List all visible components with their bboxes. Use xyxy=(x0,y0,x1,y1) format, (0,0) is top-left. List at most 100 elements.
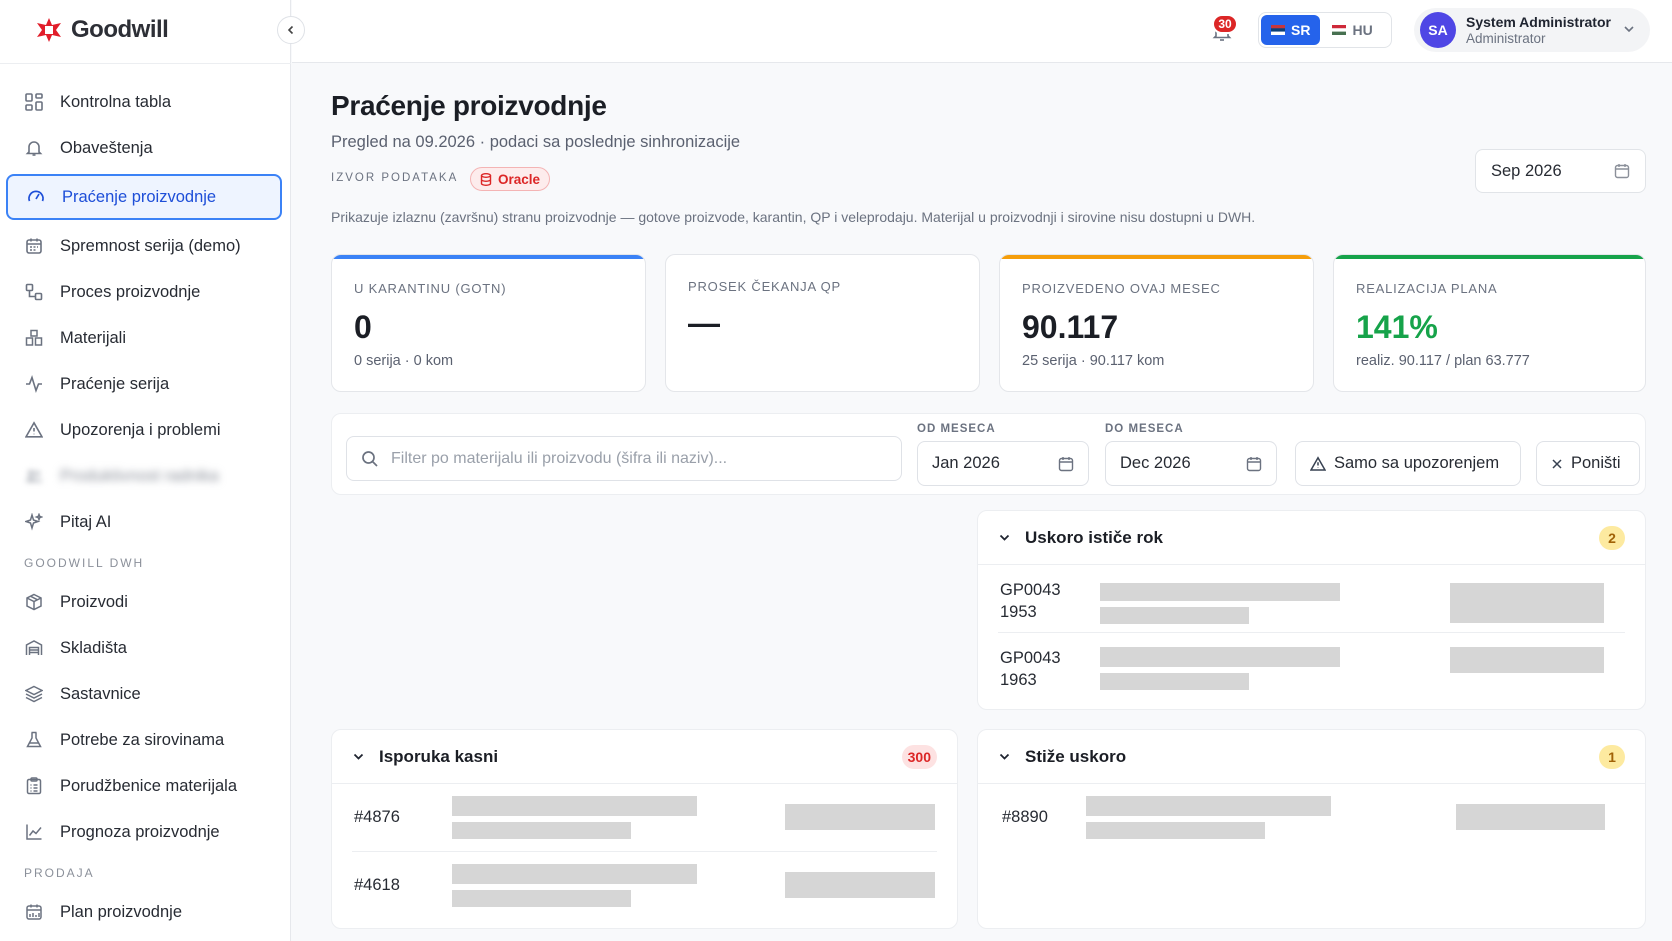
language-switcher: SR HU xyxy=(1258,12,1392,48)
sidebar-item-upozorenja[interactable]: Upozorenja i problemi xyxy=(6,410,282,450)
panel-late-delivery: Isporuka kasni 300 #4876 #4618 xyxy=(331,729,958,929)
sidebar-item-materijali[interactable]: Materijali xyxy=(6,318,282,358)
sidebar-item-prognoza-proizvodnje[interactable]: Prognoza proizvodnje xyxy=(6,812,282,852)
kpi-label: U KARANTINU (GOTN) xyxy=(354,281,507,296)
search-input[interactable] xyxy=(391,449,871,468)
sidebar-divider xyxy=(0,63,291,64)
sidebar-collapse-button[interactable] xyxy=(277,16,305,44)
calendar-icon xyxy=(1246,456,1262,471)
kpi-card-plan-realization: REALIZACIJA PLANA 141% realiz. 90.117 / … xyxy=(1333,254,1646,392)
sidebar-item-label: Prognoza proizvodnje xyxy=(60,822,220,841)
avatar: SA xyxy=(1420,12,1456,48)
month-picker[interactable]: Sep 2026 xyxy=(1475,149,1646,193)
redacted-text xyxy=(1086,822,1265,839)
clipboard-icon xyxy=(24,776,44,796)
kpi-value: — xyxy=(688,305,720,341)
list-item[interactable]: #8890 xyxy=(1000,784,1623,852)
panel-header[interactable]: Uskoro ističe rok 2 xyxy=(978,511,1645,565)
data-source-badge: Oracle xyxy=(470,167,551,191)
to-month-label: DO MESECA xyxy=(1105,423,1184,435)
sidebar-item-pracenje-serija[interactable]: Praćenje serija xyxy=(6,364,282,404)
sidebar-item-potrebe-za-sirovinama[interactable]: Potrebe za sirovinama xyxy=(6,720,282,760)
topbar: 30 SR HU SA System Administrator Adminis… xyxy=(292,0,1672,63)
sidebar-item-kontrolna-tabla[interactable]: Kontrolna tabla xyxy=(6,82,282,122)
list-item[interactable]: #4618 xyxy=(352,852,937,920)
workflow-icon xyxy=(24,282,44,302)
item-code-line2: 1953 xyxy=(1000,603,1037,621)
redacted-text xyxy=(452,864,697,884)
list-item[interactable]: GP0043 1953 xyxy=(998,565,1625,633)
user-menu[interactable]: SA System Administrator Administrator xyxy=(1414,8,1650,52)
calendar-icon xyxy=(1058,456,1074,471)
sidebar-item-label: Praćenje serija xyxy=(60,374,170,393)
brand-logo[interactable]: Goodwill xyxy=(36,16,169,44)
sidebar-item-spremnost-serija[interactable]: Spremnost serija (demo) xyxy=(6,226,282,266)
sidebar-item-label: Plan proizvodnje xyxy=(60,902,182,921)
redacted-value xyxy=(1450,583,1604,623)
sidebar-item-skladista[interactable]: Skladišta xyxy=(6,628,282,668)
redacted-text xyxy=(452,890,631,907)
redacted-text xyxy=(1100,647,1340,667)
sidebar-item-proces-proizvodnje[interactable]: Proces proizvodnje xyxy=(6,272,282,312)
sidebar-item-pracenje-proizvodnje[interactable]: Praćenje proizvodnje xyxy=(6,174,282,220)
warehouse-icon xyxy=(24,638,44,658)
item-code: GP0043 1953 xyxy=(1000,579,1061,623)
sidebar-item-pitaj-ai[interactable]: Pitaj AI xyxy=(6,502,282,542)
sidebar-item-porudzbenice[interactable]: Porudžbenice materijala xyxy=(6,766,282,806)
sidebar-item-plan-proizvodnje[interactable]: Plan proizvodnje xyxy=(6,892,282,932)
sidebar-item-label: Praćenje proizvodnje xyxy=(62,187,217,206)
sidebar-item-obavestenja[interactable]: Obaveštenja xyxy=(6,128,282,168)
warnings-only-label: Samo sa upozorenjem xyxy=(1334,454,1500,472)
page-subtitle: Pregled na 09.2026 · podaci sa poslednje… xyxy=(331,133,741,151)
sidebar-item-label: Spremnost serija (demo) xyxy=(60,236,241,255)
panel-header[interactable]: Isporuka kasni 300 xyxy=(332,730,957,784)
sidebar-item-label: Kontrolna tabla xyxy=(60,92,171,111)
users-icon xyxy=(24,466,44,486)
list-item[interactable]: GP0043 1963 xyxy=(998,633,1625,701)
item-code: #8890 xyxy=(1002,808,1048,826)
goodwill-logo-icon xyxy=(37,18,61,42)
data-source-value: Oracle xyxy=(498,171,541,187)
redacted-value xyxy=(785,804,935,830)
calendar-icon xyxy=(24,236,44,256)
panel-header[interactable]: Stiže uskoro 1 xyxy=(978,730,1645,784)
chevron-down-icon xyxy=(999,534,1010,541)
redacted-value xyxy=(1450,647,1604,673)
redacted-text xyxy=(1100,607,1249,624)
panel-count-badge: 300 xyxy=(901,744,937,769)
line-chart-icon xyxy=(24,822,44,842)
data-source-label: IZVOR PODATAKA xyxy=(331,172,459,184)
kpi-card-quarantine: U KARANTINU (GOTN) 0 0 serija · 0 kom xyxy=(331,254,646,392)
sidebar-item-sastavnice[interactable]: Sastavnice xyxy=(6,674,282,714)
chevron-down-icon xyxy=(999,753,1010,760)
redacted-value xyxy=(785,872,935,898)
sidebar-item-label: Potrebe za sirovinama xyxy=(60,730,225,749)
search-box[interactable] xyxy=(346,436,902,481)
warning-triangle-icon xyxy=(1310,455,1326,471)
redacted-text xyxy=(1100,583,1340,601)
redacted-text xyxy=(452,822,631,839)
sidebar-item-label: Upozorenja i problemi xyxy=(60,420,221,439)
language-hu-button[interactable]: HU xyxy=(1322,15,1382,45)
panel-title: Uskoro ističe rok xyxy=(1025,527,1163,547)
from-month-picker[interactable]: Jan 2026 xyxy=(917,441,1089,486)
chevron-left-icon xyxy=(287,25,294,35)
sidebar-section-dwh: GOODWILL DWH xyxy=(24,556,145,570)
sidebar-item-label: Sastavnice xyxy=(60,684,141,703)
sidebar-item-label: Porudžbenice materijala xyxy=(60,776,238,795)
language-sr-button[interactable]: SR xyxy=(1261,15,1321,45)
sidebar-item-produktivnost-radnika[interactable]: Produktivnost radnika xyxy=(6,456,282,496)
chevron-down-icon xyxy=(1624,26,1634,33)
calendar-icon xyxy=(1614,164,1630,179)
list-item[interactable]: #4876 xyxy=(352,784,937,852)
redacted-text xyxy=(452,796,697,816)
kpi-label: REALIZACIJA PLANA xyxy=(1356,281,1498,296)
panel-expiring-soon: Uskoro ističe rok 2 GP0043 1953 GP0043 1… xyxy=(977,510,1646,710)
warnings-only-button[interactable]: Samo sa upozorenjem xyxy=(1295,441,1521,486)
kpi-label: PROSEK ČEKANJA QP xyxy=(688,279,842,294)
serbia-flag-icon xyxy=(1271,25,1285,35)
to-month-picker[interactable]: Dec 2026 xyxy=(1105,441,1277,486)
sidebar-item-proizvodi[interactable]: Proizvodi xyxy=(6,582,282,622)
reset-filters-button[interactable]: Poništi xyxy=(1536,441,1640,486)
sidebar-item-label: Proizvodi xyxy=(60,592,128,611)
